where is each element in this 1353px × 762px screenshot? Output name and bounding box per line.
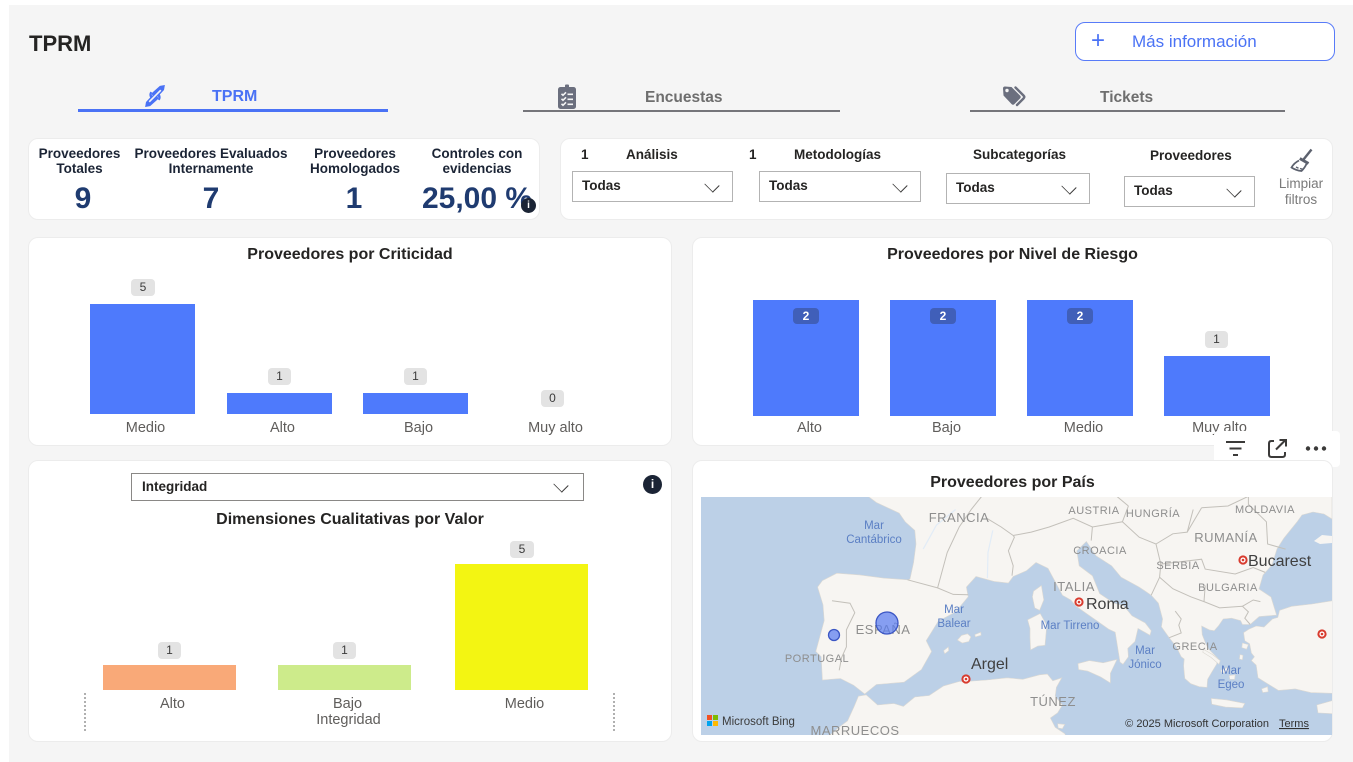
svg-text:TÚNEZ: TÚNEZ	[1030, 694, 1076, 709]
svg-text:CROACIA: CROACIA	[1073, 545, 1127, 557]
svg-text:Argel: Argel	[971, 656, 1008, 673]
svg-text:Cantábrico: Cantábrico	[846, 534, 902, 546]
svg-text:Balear: Balear	[937, 618, 970, 630]
svg-text:Mar: Mar	[944, 604, 964, 616]
svg-text:Mar: Mar	[864, 520, 884, 532]
svg-text:Terms: Terms	[1279, 718, 1309, 730]
svg-text:Roma: Roma	[1086, 596, 1129, 613]
svg-text:MOLDAVIA: MOLDAVIA	[1235, 504, 1295, 516]
svg-text:Mar Tirreno: Mar Tirreno	[1041, 620, 1100, 632]
svg-text:© 2025 Microsoft Corporation: © 2025 Microsoft Corporation	[1125, 718, 1269, 730]
svg-text:MARRUECOS: MARRUECOS	[810, 723, 899, 735]
svg-text:RUMANÍA: RUMANÍA	[1194, 530, 1257, 545]
svg-text:BULGARIA: BULGARIA	[1198, 582, 1258, 594]
svg-text:SERBIA: SERBIA	[1156, 560, 1200, 572]
svg-text:Egeo: Egeo	[1218, 679, 1245, 691]
svg-text:Microsoft Bing: Microsoft Bing	[722, 716, 795, 728]
svg-text:FRANCIA: FRANCIA	[929, 510, 990, 525]
svg-text:HUNGRÍA: HUNGRÍA	[1126, 507, 1180, 520]
svg-text:GRECIA: GRECIA	[1172, 641, 1217, 653]
svg-text:Mar: Mar	[1135, 645, 1155, 657]
svg-text:Jónico: Jónico	[1128, 659, 1161, 671]
svg-text:PORTUGAL: PORTUGAL	[785, 653, 849, 665]
svg-text:Mar: Mar	[1221, 665, 1241, 677]
svg-text:Bucarest: Bucarest	[1248, 553, 1312, 570]
svg-text:ITALIA: ITALIA	[1053, 579, 1095, 594]
svg-text:AUSTRIA: AUSTRIA	[1068, 505, 1119, 517]
